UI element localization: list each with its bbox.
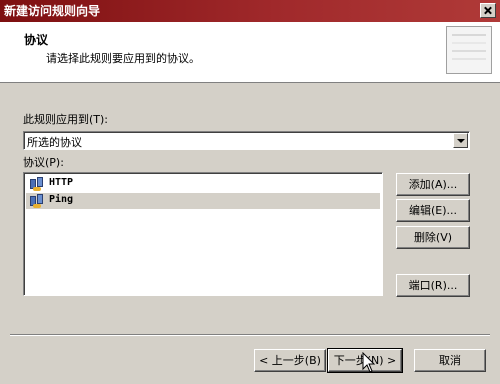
protocol-icon bbox=[30, 177, 44, 191]
protocol-name: HTTP bbox=[49, 177, 74, 188]
list-item[interactable]: HTTP bbox=[26, 176, 380, 192]
apply-to-label: 此规则应用到(T): bbox=[23, 113, 109, 126]
close-button[interactable] bbox=[480, 3, 496, 18]
cancel-button[interactable]: 取消 bbox=[414, 349, 486, 372]
ports-button[interactable]: 端口(R)... bbox=[396, 274, 470, 297]
mouse-cursor-icon bbox=[362, 352, 376, 373]
title-bar: 新建访问规则向导 bbox=[0, 0, 500, 22]
page-subtitle: 请选择此规则要应用到的协议。 bbox=[46, 52, 200, 65]
edit-button[interactable]: 编辑(E)... bbox=[396, 199, 470, 222]
apply-to-dropdown[interactable]: 所选的协议 bbox=[23, 131, 470, 150]
list-item[interactable]: Ping bbox=[26, 193, 380, 209]
wizard-header: 协议 请选择此规则要应用到的协议。 bbox=[0, 22, 500, 83]
protocol-icon bbox=[30, 194, 44, 208]
remove-button[interactable]: 删除(V) bbox=[396, 226, 470, 249]
separator bbox=[10, 334, 490, 336]
wizard-icon bbox=[446, 26, 492, 74]
window-title: 新建访问规则向导 bbox=[4, 4, 101, 18]
back-button[interactable]: < 上一步(B) bbox=[254, 349, 326, 372]
add-button[interactable]: 添加(A)... bbox=[396, 173, 470, 196]
protocols-list[interactable]: HTTP Ping bbox=[23, 172, 383, 296]
page-title: 协议 bbox=[24, 33, 49, 47]
protocols-label: 协议(P): bbox=[23, 156, 64, 169]
chevron-down-icon[interactable] bbox=[453, 133, 468, 148]
protocol-name: Ping bbox=[49, 194, 74, 205]
apply-to-value: 所选的协议 bbox=[27, 136, 82, 149]
